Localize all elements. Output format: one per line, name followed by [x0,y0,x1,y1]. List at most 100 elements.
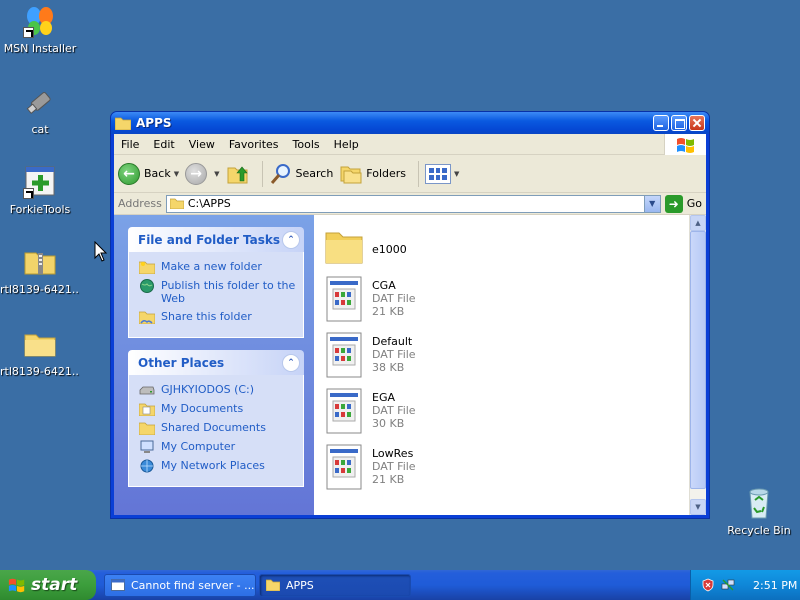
make-new-folder-link[interactable]: Make a new folder [139,260,297,274]
file-size: 38 KB [372,361,405,374]
task-pane: File and Folder Tasks ⌃ Make a new folde… [114,215,314,515]
share-folder-icon [139,311,155,324]
menu-view[interactable]: View [182,138,222,151]
toolbar-separator [418,160,420,187]
panel-title: Other Places [138,355,225,370]
dat-file-icon [326,276,362,322]
folders-label: Folders [366,167,407,180]
shortcut-arrow-icon [23,27,34,38]
file-type: DAT File [372,348,416,361]
folders-button[interactable]: Folders [339,162,406,186]
file-name: e1000 [372,242,407,256]
vertical-scrollbar[interactable]: ▲ ▼ [689,215,706,515]
file-type: DAT File [372,292,416,305]
taskbar: start Cannot find server - ... APPS 2:51… [0,570,800,600]
file-type: DAT File [372,460,416,473]
shared-documents-link[interactable]: Shared Documents [139,421,297,435]
maximize-button[interactable] [671,115,687,131]
drive-c-link[interactable]: GJHKYIODOS (C:) [139,383,297,397]
scroll-up-button[interactable]: ▲ [690,215,706,231]
menu-edit[interactable]: Edit [146,138,181,151]
desktop-icon-rtl8139-folder[interactable]: rtl8139-6421... [0,327,80,378]
views-button[interactable]: ▼ [425,163,460,184]
desktop-icon-label: cat [31,123,49,136]
menu-help[interactable]: Help [327,138,366,151]
file-folder-tasks-header[interactable]: File and Folder Tasks ⌃ [128,227,304,252]
folder-icon [325,232,363,264]
back-button[interactable]: ← Back ▼ [118,162,179,185]
desktop-icon-cat[interactable]: cat [0,85,80,136]
menu-file[interactable]: File [114,138,146,151]
up-folder-button[interactable] [226,162,250,186]
new-folder-icon [139,261,155,274]
share-folder-link[interactable]: Share this folder [139,310,297,324]
menu-tools[interactable]: Tools [286,138,327,151]
my-computer-link[interactable]: My Computer [139,440,297,454]
window-titlebar[interactable]: APPS [111,112,709,134]
scroll-thumb[interactable] [690,231,706,489]
desktop-icon-msn-installer[interactable]: MSN Installer [0,4,80,55]
clock[interactable]: 2:51 PM [753,579,797,592]
list-item[interactable]: EGA DAT File 30 KB [324,387,706,443]
folder-icon [23,327,57,361]
list-item[interactable]: e1000 [324,225,706,269]
network-status-icon[interactable] [721,578,735,592]
minimize-button[interactable] [653,115,669,131]
file-name: CGA [372,279,396,292]
taskbar-item-apps[interactable]: APPS [259,573,411,597]
views-icon [425,163,452,184]
explorer-window[interactable]: APPS File Edit View Favorites Tools Help [110,111,710,519]
back-arrow-icon: ← [118,162,140,185]
file-name: Default [372,335,413,348]
dat-file-icon [326,332,362,378]
desktop-icon-forkietools[interactable]: ForkieTools [0,165,80,216]
desktop-icon-rtl8139-zip[interactable]: rtl8139-6421... [0,245,80,296]
other-places-header[interactable]: Other Places ⌃ [128,350,304,375]
computer-icon [140,440,154,453]
collapse-chevron-icon[interactable]: ⌃ [282,353,300,372]
my-network-places-link[interactable]: My Network Places [139,459,297,473]
start-button[interactable]: start [0,570,96,600]
my-documents-link[interactable]: My Documents [139,402,297,416]
security-alert-icon[interactable] [701,578,715,592]
address-dropdown-button[interactable]: ▼ [643,195,660,212]
taskbar-item-browser[interactable]: Cannot find server - ... [104,573,256,597]
menu-favorites[interactable]: Favorites [222,138,286,151]
list-item[interactable]: Default DAT File 38 KB [324,331,706,387]
scroll-down-button[interactable]: ▼ [690,499,706,515]
file-folder-tasks-panel: File and Folder Tasks ⌃ Make a new folde… [128,227,304,338]
link-label: GJHKYIODOS (C:) [161,383,255,396]
go-arrow-icon: ➜ [664,194,683,213]
go-button[interactable]: ➜ Go [664,194,702,213]
up-folder-icon [227,166,248,183]
shared-folder-icon [139,422,155,435]
documents-folder-icon [139,403,155,416]
desktop-icon-recycle-bin[interactable]: Recycle Bin [719,486,799,537]
start-label: start [31,575,78,595]
close-button[interactable] [689,115,705,131]
desktop-icon-label: ForkieTools [9,203,71,216]
file-size: 21 KB [372,473,405,486]
toolbar: ← Back ▼ → ▼ Search Folders ▼ [114,155,706,193]
window-title: APPS [136,116,172,130]
file-name: LowRes [372,447,414,460]
taskbar-item-label: APPS [286,578,314,592]
forward-arrow-icon: → [185,162,208,185]
desktop-icon-label: rtl8139-6421... [0,365,80,378]
publish-folder-link[interactable]: Publish this folder to the Web [139,279,297,305]
forward-button[interactable]: → ▼ [185,162,220,185]
address-input[interactable]: C:\APPS ▼ [165,194,661,213]
folder-icon [169,198,184,209]
list-item[interactable]: CGA DAT File 21 KB [324,275,706,331]
hard-drive-icon [139,386,155,395]
panel-title: File and Folder Tasks [138,232,281,247]
windows-logo-icon [8,578,25,593]
link-label: My Computer [161,440,236,453]
collapse-chevron-icon[interactable]: ⌃ [282,230,300,249]
list-item[interactable]: LowRes DAT File 21 KB [324,443,706,499]
chevron-down-icon: ▼ [214,169,220,178]
address-value: C:\APPS [187,197,231,210]
search-button[interactable]: Search [269,162,333,186]
chevron-down-icon: ▼ [454,169,460,178]
windows-logo-icon [664,134,706,155]
